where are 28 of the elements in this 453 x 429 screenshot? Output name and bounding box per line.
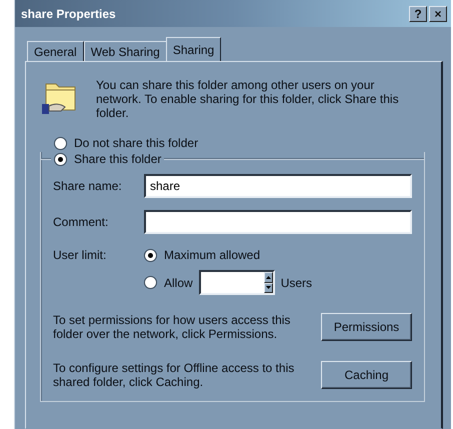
units-label: Users (280, 276, 312, 290)
help-button[interactable]: ? (409, 6, 427, 22)
comment-field[interactable] (144, 210, 412, 234)
tab[interactable]: Sharing (166, 37, 222, 61)
field-label: Comment: (53, 215, 110, 229)
radio-button[interactable] (54, 152, 67, 166)
window-title: share Properties (21, 6, 117, 20)
action-button[interactable]: Caching (321, 361, 412, 389)
share-name-field[interactable]: share (144, 174, 412, 198)
action-button[interactable]: Permissions (321, 313, 412, 341)
radio-button[interactable] (144, 248, 157, 262)
radio-label[interactable]: Maximum allowed (164, 248, 260, 262)
action-description: To configure settings for Offline access to this shared folder, click Caching. (53, 361, 296, 389)
action-description: To set permissions for how users access this folder over the network, click Permissions. (53, 313, 292, 341)
down-arrow-icon (266, 286, 271, 290)
tab[interactable]: Web Sharing (84, 41, 167, 61)
up-arrow-icon (266, 276, 271, 279)
radio-button[interactable] (144, 276, 157, 289)
radio-label[interactable]: Allow (164, 276, 193, 290)
user-count-spinner[interactable] (198, 270, 275, 295)
radio-label[interactable]: Do not share this folder (74, 136, 198, 150)
radio-label[interactable]: Share this folder (74, 152, 162, 166)
intro-text: You can share this folder among other users on your network. To enable sharing for this folder, click Share this folder. (96, 78, 400, 120)
tab[interactable]: General (27, 41, 84, 61)
field-label: Share name: (53, 179, 123, 193)
close-button[interactable]: × (429, 6, 447, 22)
radio-button[interactable] (54, 136, 67, 150)
field-label: User limit: (53, 248, 108, 262)
